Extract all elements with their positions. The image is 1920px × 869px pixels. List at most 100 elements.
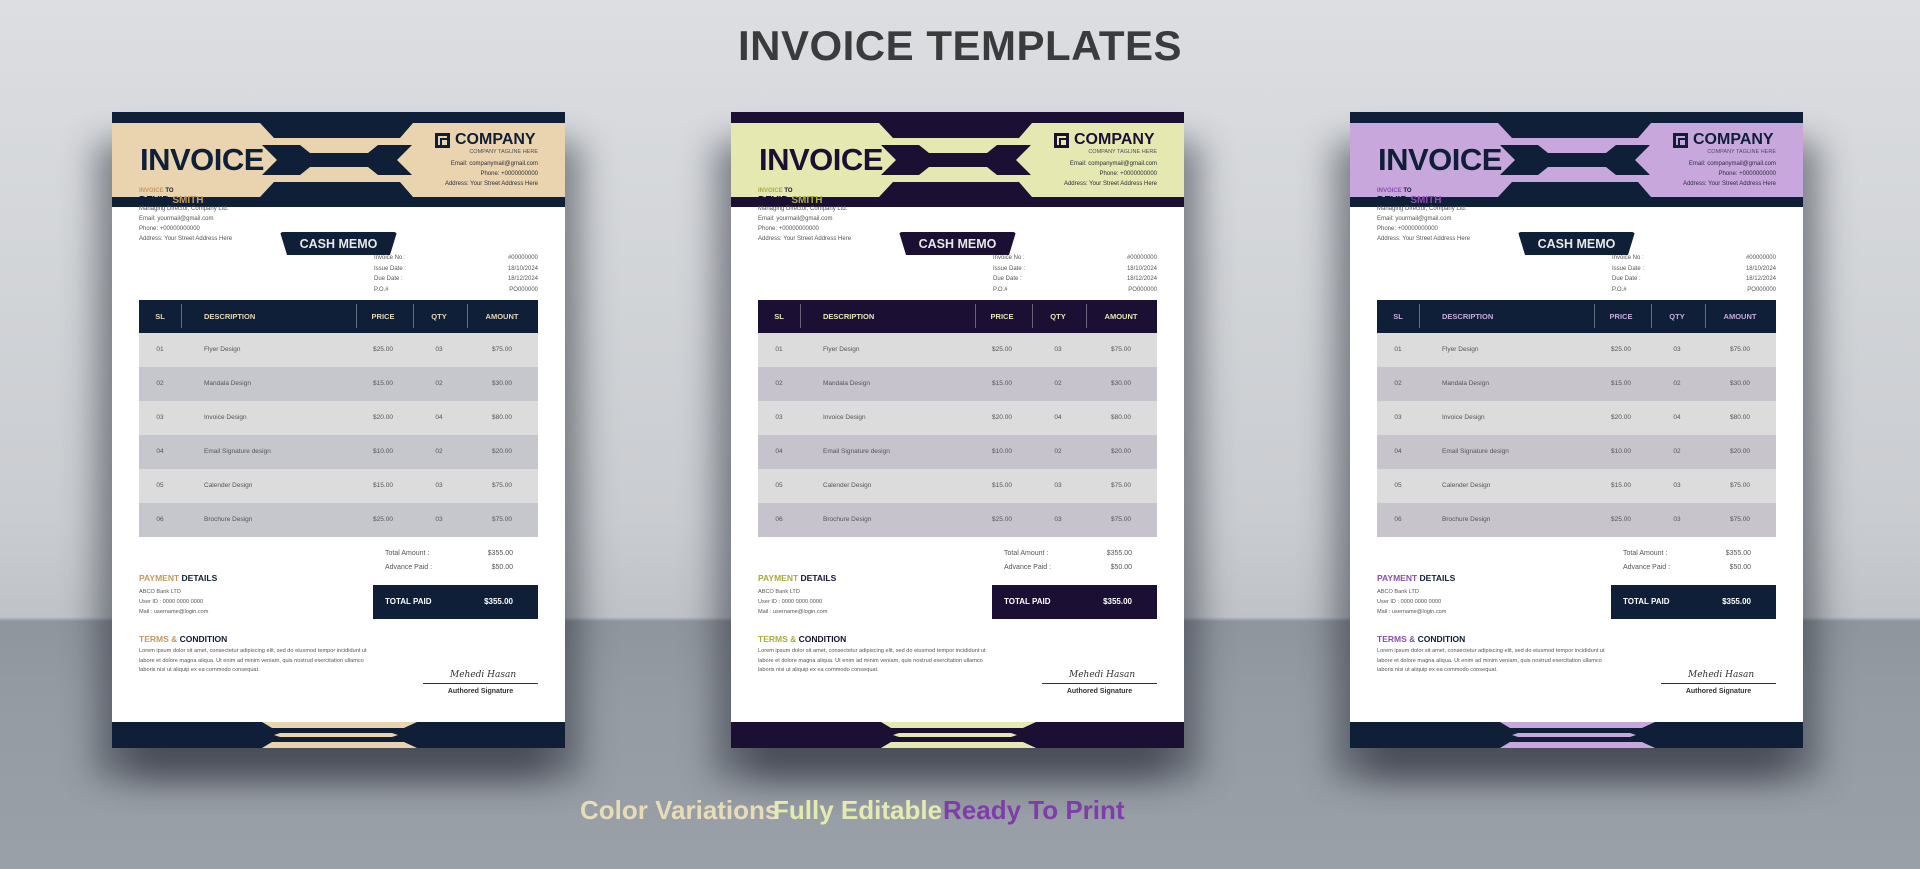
table-cell: 02	[435, 448, 443, 455]
company-address: Address: Your Street Address Here	[1063, 181, 1157, 187]
signature-label: Authored Signature	[447, 688, 514, 695]
table-cell: $10.00	[1611, 448, 1631, 455]
total-paid-label: TOTAL PAID	[385, 597, 432, 606]
meta-value: 18/12/2024	[1745, 276, 1776, 282]
table-cell: Email Signature design	[823, 448, 890, 455]
table-cell: 03	[1054, 516, 1062, 523]
client-name: DEVID SMITH	[758, 195, 822, 206]
table-cell: $25.00	[992, 346, 1012, 353]
table-cell: Brochure Design	[823, 516, 872, 523]
table-cell: 02	[1054, 448, 1062, 455]
meta-value: PO000000	[509, 286, 538, 293]
column-divider	[1419, 304, 1420, 328]
payment-line: Mail : username@login.com	[139, 609, 209, 615]
table-cell: Invoice Design	[1442, 414, 1485, 421]
signature-label: Authored Signature	[1685, 688, 1752, 695]
invoice-to-label-a: INVOICE	[139, 188, 164, 194]
table-cell: Flyer Design	[204, 346, 241, 353]
column-header: DESCRIPTION	[823, 312, 875, 321]
table-cell: 02	[775, 380, 783, 387]
column-header: DESCRIPTION	[1442, 312, 1494, 321]
terms-title-b: CONDITION	[1415, 634, 1466, 644]
table-cell: $75.00	[1730, 482, 1750, 489]
table-cell: Flyer Design	[1442, 346, 1479, 353]
column-divider	[1032, 304, 1033, 328]
company-name: COMPANY	[1693, 131, 1774, 148]
terms-title-a: TERMS &	[1377, 634, 1416, 644]
meta-value: #00000000	[1126, 255, 1157, 261]
table-cell: Flyer Design	[823, 346, 860, 353]
client-last-name: SMITH	[169, 195, 204, 206]
total-paid-box: TOTAL PAID $355.00	[1611, 585, 1776, 619]
terms-title: TERMS & CONDITION	[1377, 634, 1465, 644]
table-row: 06 Brochure Design $25.00 03 $75.00	[1377, 503, 1776, 537]
column-divider	[1705, 304, 1706, 328]
meta-value: 18/12/2024	[1126, 276, 1157, 282]
company-email: Email: companymail@gmail.com	[450, 161, 538, 167]
payment-title-b: DETAILS	[798, 573, 837, 583]
cash-memo-badge: CASH MEMO	[1518, 232, 1635, 255]
table-cell: $15.00	[373, 380, 393, 387]
table-cell: Mandala Design	[1442, 380, 1489, 387]
table-header: SL DESCRIPTION PRICE QTY AMOUNT	[139, 300, 538, 333]
table-row: 02 Mandala Design $15.00 02 $30.00	[1377, 367, 1776, 401]
table-cell: 02	[1054, 380, 1062, 387]
meta-label: P.O.#	[993, 286, 1008, 293]
table-cell: $25.00	[373, 346, 393, 353]
client-name: DEVID SMITH	[139, 195, 203, 206]
table-cell: 06	[1394, 516, 1402, 523]
table-cell: 03	[156, 414, 164, 421]
total-paid-label: TOTAL PAID	[1004, 597, 1051, 606]
table-cell: 03	[775, 414, 783, 421]
meta-value: PO000000	[1128, 286, 1157, 293]
column-divider	[413, 304, 414, 328]
invoice-to-label-a: INVOICE	[1377, 188, 1402, 194]
column-divider	[1594, 304, 1595, 328]
column-divider	[975, 304, 976, 328]
table-cell: 03	[1394, 414, 1402, 421]
client-email: Email: yourmail@gmail.com	[758, 216, 833, 222]
table-cell: $20.00	[1730, 448, 1750, 455]
table-row: 05 Calender Design $15.00 03 $75.00	[1377, 469, 1776, 503]
table-cell: 04	[156, 448, 164, 455]
table-row: 06 Brochure Design $25.00 03 $75.00	[758, 503, 1157, 537]
column-header: QTY	[431, 312, 447, 321]
table-row: 06 Brochure Design $25.00 03 $75.00	[139, 503, 538, 537]
table-cell: 04	[775, 448, 783, 455]
table-row: 03 Invoice Design $20.00 04 $80.00	[139, 401, 538, 435]
table-cell: 02	[1394, 380, 1402, 387]
signature-script: Mehedi Hasan	[1688, 670, 1755, 680]
page-title: INVOICE TEMPLATES	[737, 22, 1183, 69]
client-address: Address: Your Street Address Here	[1377, 236, 1471, 242]
company-email: Email: companymail@gmail.com	[1688, 161, 1776, 167]
table-cell: $20.00	[492, 448, 512, 455]
invoice-heading: INVOICE	[140, 142, 264, 177]
column-divider	[467, 304, 468, 328]
payment-line: ABCO Bank LTD	[139, 589, 181, 595]
total-value: $50.00	[491, 564, 513, 571]
table-cell: $15.00	[1611, 482, 1631, 489]
terms-title-b: CONDITION	[796, 634, 847, 644]
table-cell: 06	[156, 516, 164, 523]
invoice-to-label: INVOICE TO	[139, 188, 174, 194]
client-role: Managing Director, Company Ltd.	[758, 206, 848, 212]
table-cell: $30.00	[1111, 380, 1131, 387]
table-cell: 02	[435, 380, 443, 387]
invoice-to-label-a: INVOICE	[758, 188, 783, 194]
payment-title-a: PAYMENT	[139, 573, 180, 583]
table-cell: Email Signature design	[204, 448, 271, 455]
company-email: Email: companymail@gmail.com	[1069, 161, 1157, 167]
table-cell: Invoice Design	[823, 414, 866, 421]
column-header: PRICE	[990, 312, 1014, 321]
table-cell: 02	[156, 380, 164, 387]
table-cell: 04	[1054, 414, 1062, 421]
table-cell: $75.00	[1730, 346, 1750, 353]
table-cell: $30.00	[1730, 380, 1750, 387]
column-divider	[1086, 304, 1087, 328]
company-tagline: COMPANY TAGLINE HERE	[1088, 149, 1157, 155]
table-cell: 03	[435, 482, 443, 489]
table-cell: $80.00	[1111, 414, 1131, 421]
table-cell: 03	[1673, 516, 1681, 523]
footer-band	[1350, 722, 1803, 748]
table-cell: $75.00	[1730, 516, 1750, 523]
